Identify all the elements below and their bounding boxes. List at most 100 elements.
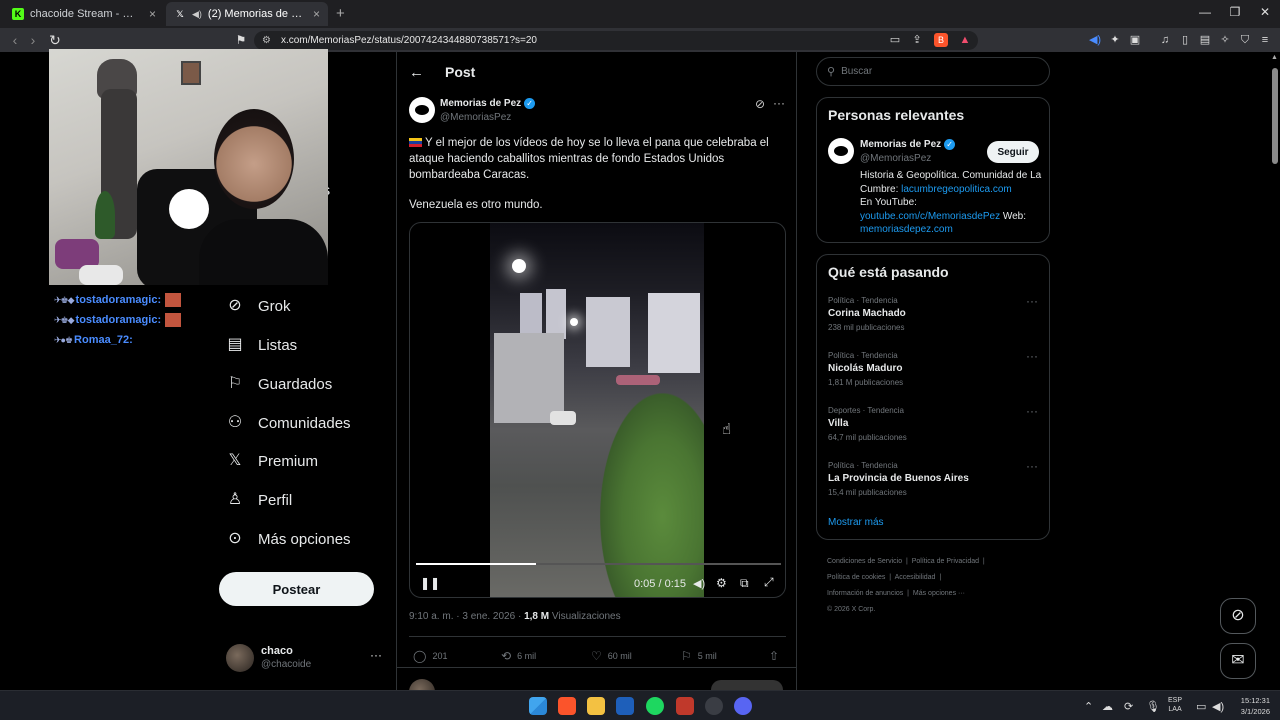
scrollbar-thumb[interactable]	[1272, 68, 1278, 164]
music-icon[interactable]: ♫	[1158, 33, 1172, 47]
video-progress-track[interactable]	[416, 563, 781, 565]
scroll-up-icon[interactable]: ▲	[1271, 54, 1278, 61]
windows-start-icon[interactable]	[529, 697, 547, 715]
footer-link[interactable]: Más opciones ···	[913, 590, 965, 597]
author-avatar[interactable]	[409, 97, 435, 123]
restore-button[interactable]: ❐	[1220, 5, 1250, 19]
microphone-icon[interactable]: 🎙	[1146, 700, 1160, 713]
nav-item-premium[interactable]: 𝕏 Premium	[226, 452, 318, 470]
show-more-link[interactable]: Mostrar más	[828, 517, 884, 528]
nav-item-comunidades[interactable]: ⚇ Comunidades	[226, 414, 351, 432]
messages-fab-icon[interactable]: ✉	[1220, 643, 1256, 679]
trend-item[interactable]: Política · Tendencia Nicolás Maduro 1,81…	[828, 349, 1038, 387]
bing-icon[interactable]	[616, 697, 634, 715]
account-switcher[interactable]: chaco @chacoide ···	[226, 644, 386, 676]
grok-icon[interactable]: ⊘	[755, 97, 765, 111]
search-icon: ⚲	[827, 66, 836, 78]
obs-icon[interactable]	[705, 697, 723, 715]
nav-item-mas-opciones[interactable]: ⊙ Más opciones	[226, 530, 350, 548]
footer-link[interactable]: Condiciones de Servicio	[827, 558, 902, 565]
settings-gear-icon[interactable]: ⚙	[716, 576, 727, 590]
tab-x-post[interactable]: 𝕏 ◀) (2) Memorias de Pez en X: "vu ×	[166, 2, 328, 26]
brave-icon[interactable]	[558, 697, 576, 715]
nav-item-perfil[interactable]: ♙ Perfil	[226, 491, 292, 509]
close-tab-icon[interactable]: ×	[149, 7, 156, 21]
more-dots-icon[interactable]: ···	[773, 96, 785, 110]
video-player[interactable]: ❚❚ 0:05 / 0:15 ◀) ⚙ ⧉ ⤢	[409, 222, 786, 598]
speaker-icon[interactable]: ◀)	[192, 9, 202, 20]
brave-shields-icon[interactable]: B	[934, 33, 948, 47]
nav-item-listas[interactable]: ▤ Listas	[226, 336, 297, 354]
footer-link[interactable]: Accesibilidad	[895, 574, 936, 581]
more-dots-icon[interactable]: ···	[370, 648, 382, 662]
discord-icon[interactable]	[734, 697, 752, 715]
vpn-icon[interactable]: ⛉	[1238, 33, 1252, 47]
footer-link[interactable]: Política de Privacidad	[912, 558, 979, 565]
sidebar-icon[interactable]: ▯	[1178, 33, 1192, 47]
footer-link[interactable]: Información de anuncios	[827, 590, 903, 597]
trend-item[interactable]: Política · Tendencia La Provincia de Bue…	[828, 459, 1038, 497]
bio-link[interactable]: lacumbregeopolitica.com	[901, 184, 1012, 195]
bio-link[interactable]: memoriasdepez.com	[860, 224, 953, 235]
more-dots-icon[interactable]: ···	[1026, 404, 1038, 418]
minimize-button[interactable]: —	[1190, 5, 1220, 19]
forward-arrow-icon[interactable]: ›	[24, 32, 42, 48]
language-indicator[interactable]: ESP LAA	[1168, 696, 1182, 714]
bio-link[interactable]: youtube.com/c/MemoriasdePez	[860, 211, 1000, 222]
screenshot-icon[interactable]: ▣	[1128, 33, 1142, 47]
grok-fab-icon[interactable]: ⊘	[1220, 598, 1256, 634]
reply-button[interactable]: ◯ 201	[413, 649, 447, 663]
close-window-button[interactable]: ✕	[1250, 5, 1280, 19]
file-explorer-icon[interactable]	[587, 697, 605, 715]
chevron-up-icon[interactable]: ⌃	[1084, 700, 1093, 713]
more-dots-icon[interactable]: ···	[1026, 294, 1038, 308]
menu-icon[interactable]: ≡	[1258, 33, 1272, 47]
wallet-icon[interactable]: ▤	[1198, 33, 1212, 47]
more-dots-icon[interactable]: ···	[1026, 349, 1038, 363]
trend-item[interactable]: Deportes · Tendencia Villa 64,7 mil publ…	[828, 404, 1038, 442]
app-icon[interactable]	[676, 697, 694, 715]
reply-button-partial[interactable]	[711, 680, 783, 690]
share-icon[interactable]: ⇪	[910, 33, 924, 47]
bookmark-button[interactable]: ⚐ 5 mil	[681, 649, 717, 663]
nav-item-guardados[interactable]: ⚐ Guardados	[226, 375, 332, 393]
back-arrow-icon[interactable]: ←	[409, 64, 424, 81]
like-button[interactable]: ♡ 60 mil	[591, 649, 632, 663]
repost-button[interactable]: ⟲ 6 mil	[501, 649, 536, 663]
pause-icon[interactable]: ❚❚	[420, 576, 440, 590]
bookmark-page-icon[interactable]: ⚑	[232, 32, 250, 48]
close-tab-icon[interactable]: ×	[313, 7, 320, 21]
new-tab-button[interactable]: +	[336, 5, 345, 22]
pip-icon[interactable]: ⧉	[740, 576, 749, 591]
cast-icon[interactable]: ▭	[888, 33, 902, 47]
clock[interactable]: 15:12:31 3/1/2026	[1232, 695, 1270, 717]
follow-button[interactable]: Seguir	[987, 141, 1039, 163]
author-name-row[interactable]: Memorias de Pez ✓	[860, 139, 956, 150]
nav-item-grok[interactable]: ⊘ Grok	[226, 297, 290, 315]
fullscreen-icon[interactable]: ⤢	[764, 575, 774, 590]
brave-rewards-icon[interactable]: ▲	[958, 33, 972, 47]
post-button[interactable]: Postear	[219, 572, 374, 606]
page-scrollbar[interactable]: ▲	[1270, 52, 1280, 690]
extensions-icon[interactable]: ✦	[1108, 33, 1122, 47]
site-settings-icon[interactable]: ⚙	[262, 35, 271, 46]
sync-icon[interactable]: ⟳	[1124, 700, 1133, 713]
footer-link[interactable]: Política de cookies	[827, 574, 885, 581]
leo-ai-icon[interactable]: ✧	[1218, 33, 1232, 47]
tab-kick-stream[interactable]: K chacoide Stream - Watch Live on ×	[4, 2, 164, 26]
network-icon[interactable]: ▭	[1196, 700, 1206, 713]
author-avatar[interactable]	[828, 138, 854, 164]
audio-playing-icon[interactable]: ◀)	[1088, 33, 1102, 47]
spotify-icon[interactable]	[646, 697, 664, 715]
trend-item[interactable]: Política · Tendencia Corina Machado 238 …	[828, 294, 1038, 332]
cloud-icon[interactable]: ☁	[1102, 700, 1113, 713]
volume-icon[interactable]: ◀)	[693, 577, 705, 590]
back-arrow-icon[interactable]: ‹	[6, 32, 24, 48]
search-input[interactable]: ⚲ Buscar	[816, 57, 1050, 86]
share-button[interactable]: ⇧	[769, 649, 779, 663]
author-name-row[interactable]: Memorias de Pez ✓	[440, 98, 536, 109]
volume-icon[interactable]: ◀)	[1212, 700, 1224, 713]
reload-icon[interactable]: ↻	[46, 32, 64, 48]
more-dots-icon[interactable]: ···	[1026, 459, 1038, 473]
address-bar[interactable]: ⚙ x.com/MemoriasPez/status/2007424344880…	[254, 31, 978, 50]
